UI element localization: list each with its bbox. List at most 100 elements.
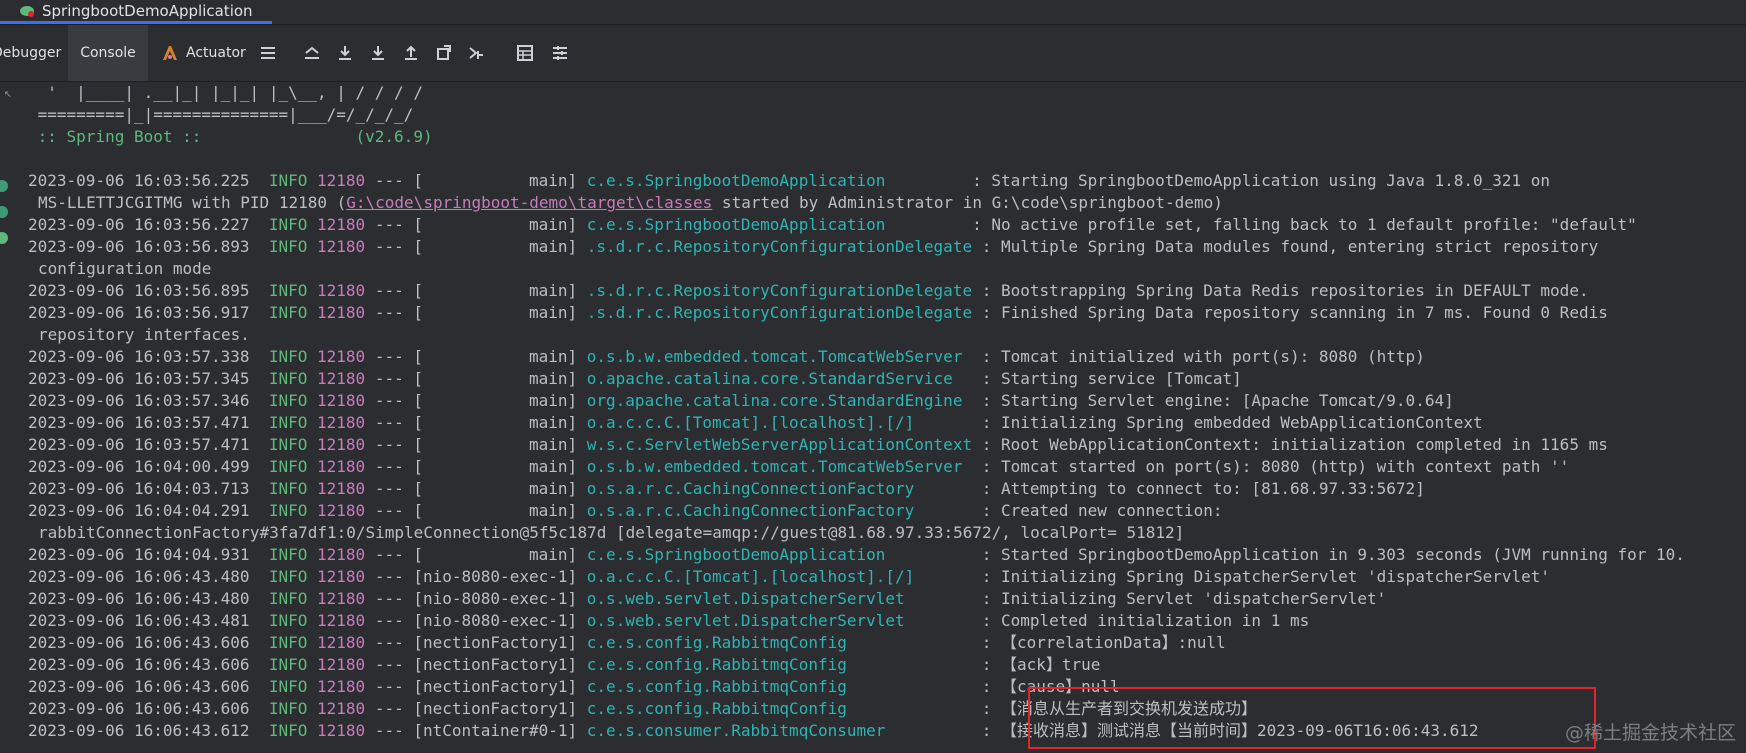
log-thread: [nectionFactory1]	[413, 677, 578, 696]
log-message: : Attempting to connect to: [81.68.97.33…	[972, 479, 1425, 498]
log-thread: [ntContainer#0-1]	[413, 721, 578, 740]
classes-path-link[interactable]: G:\code\springboot-demo\target\classes	[346, 193, 712, 212]
log-pid: 12180	[317, 413, 366, 432]
log-message: : Multiple Spring Data modules found, en…	[972, 237, 1599, 256]
gutter-marker-icon	[0, 232, 8, 244]
log-separator: ---	[374, 413, 404, 432]
log-continuation: MS-LLETTJCGITMG with PID 12180 (G:\code\…	[28, 192, 1746, 214]
log-logger: c.e.s.consumer.RabbitmqConsumer	[586, 721, 973, 740]
run-tabbar: SpringbootDemoApplication	[0, 0, 1746, 25]
banner-line: =========|_|==============|___/=/_/_/_/	[28, 105, 414, 124]
log-message: : Initializing Servlet 'dispatcherServle…	[972, 589, 1387, 608]
log-separator: ---	[374, 369, 404, 388]
log-level: INFO	[268, 677, 308, 696]
log-level: INFO	[268, 435, 308, 454]
log-timestamp: 2023-09-06 16:03:56.917	[28, 303, 250, 322]
log-level: INFO	[268, 655, 308, 674]
log-pid: 12180	[317, 501, 366, 520]
log-separator: ---	[374, 655, 404, 674]
log-pid: 12180	[317, 611, 366, 630]
log-timestamp: 2023-09-06 16:04:04.931	[28, 545, 250, 564]
log-timestamp: 2023-09-06 16:06:43.480	[28, 589, 250, 608]
log-logger: c.e.s.SpringbootDemoApplication	[586, 545, 973, 564]
log-level: INFO	[268, 567, 308, 586]
left-gutter: ↖	[0, 82, 26, 753]
log-message: : Starting service [Tomcat]	[972, 369, 1242, 388]
menu-icon[interactable]	[258, 43, 278, 63]
log-level: INFO	[268, 501, 308, 520]
log-thread: [nio-8080-exec-1]	[413, 567, 578, 586]
log-text: started by Administrator in G:\code\spri…	[712, 193, 1223, 212]
log-thread: [ main]	[413, 237, 578, 256]
log-thread: [nio-8080-exec-1]	[413, 589, 578, 608]
tab-actuator[interactable]: Actuator	[160, 25, 260, 81]
log-line: 2023-09-06 16:06:43.606 INFO 12180 --- […	[28, 654, 1746, 676]
log-logger: o.s.a.r.c.CachingConnectionFactory	[586, 501, 973, 520]
log-thread: [ main]	[413, 479, 578, 498]
step-over-icon[interactable]	[335, 43, 355, 63]
run-tab-springboot[interactable]: SpringbootDemoApplication	[0, 0, 272, 24]
log-timestamp: 2023-09-06 16:04:00.499	[28, 457, 250, 476]
log-timestamp: 2023-09-06 16:03:57.338	[28, 347, 250, 366]
gutter-arrow-icon: ↖	[4, 86, 12, 101]
run-tab-label: SpringbootDemoApplication	[42, 1, 253, 20]
log-logger: c.e.s.config.RabbitmqConfig	[586, 655, 973, 674]
log-line: 2023-09-06 16:06:43.481 INFO 12180 --- […	[28, 610, 1746, 632]
log-separator: ---	[374, 589, 404, 608]
log-logger: .s.d.r.c.RepositoryConfigurationDelegate	[586, 303, 973, 322]
log-separator: ---	[374, 611, 404, 630]
show-execution-point-icon[interactable]	[302, 43, 322, 63]
log-pid: 12180	[317, 215, 366, 234]
log-pid: 12180	[317, 457, 366, 476]
log-logger: o.s.b.w.embedded.tomcat.TomcatWebServer	[586, 457, 973, 476]
step-into-icon[interactable]	[368, 43, 388, 63]
log-separator: ---	[374, 435, 404, 454]
log-thread: [ main]	[413, 215, 578, 234]
log-thread: [nectionFactory1]	[413, 655, 578, 674]
log-line: 2023-09-06 16:06:43.480 INFO 12180 --- […	[28, 588, 1746, 610]
log-level: INFO	[268, 347, 308, 366]
console-output[interactable]: ' |____| .__|_| |_|_| |_\__, | / / / / =…	[28, 82, 1746, 753]
log-text: rabbitConnectionFactory#3fa7df1:0/Simple…	[38, 523, 1185, 542]
run-to-cursor-icon[interactable]	[467, 43, 487, 63]
log-line: 2023-09-06 16:03:57.471 INFO 12180 --- […	[28, 412, 1746, 434]
log-timestamp: 2023-09-06 16:03:57.471	[28, 413, 250, 432]
log-pid: 12180	[317, 677, 366, 696]
step-out-icon[interactable]	[401, 43, 421, 63]
log-thread: [ main]	[413, 413, 578, 432]
tab-debugger[interactable]: Debugger	[0, 25, 61, 81]
log-thread: [nectionFactory1]	[413, 699, 578, 718]
log-separator: ---	[374, 479, 404, 498]
log-pid: 12180	[317, 237, 366, 256]
log-line: 2023-09-06 16:03:56.225 INFO 12180 --- […	[28, 170, 1746, 192]
drop-frame-icon[interactable]	[434, 43, 454, 63]
log-logger: w.s.c.ServletWebServerApplicationContext	[586, 435, 973, 454]
log-message: : Tomcat started on port(s): 8080 (http)…	[972, 457, 1570, 476]
log-message: : Created new connection:	[972, 501, 1223, 520]
log-pid: 12180	[317, 391, 366, 410]
log-timestamp: 2023-09-06 16:06:43.480	[28, 567, 250, 586]
log-line: 2023-09-06 16:04:04.931 INFO 12180 --- […	[28, 544, 1746, 566]
log-pid: 12180	[317, 347, 366, 366]
tab-console[interactable]: Console	[68, 25, 148, 81]
log-continuation: configuration mode	[28, 258, 1746, 280]
log-line: 2023-09-06 16:03:56.895 INFO 12180 --- […	[28, 280, 1746, 302]
log-timestamp: 2023-09-06 16:06:43.606	[28, 655, 250, 674]
log-level: INFO	[268, 633, 308, 652]
log-separator: ---	[374, 347, 404, 366]
trace-icon[interactable]	[550, 43, 570, 63]
log-logger: .s.d.r.c.RepositoryConfigurationDelegate	[586, 237, 973, 256]
log-timestamp: 2023-09-06 16:06:43.612	[28, 721, 250, 740]
evaluate-icon[interactable]	[515, 43, 535, 63]
log-message: : Initializing Spring DispatcherServlet …	[972, 567, 1551, 586]
log-message: : Tomcat initialized with port(s): 8080 …	[972, 347, 1425, 366]
banner-line	[28, 148, 1746, 170]
gutter-marker-icon	[0, 206, 8, 218]
log-line: 2023-09-06 16:04:04.291 INFO 12180 --- […	[28, 500, 1746, 522]
log-message: : Starting SpringbootDemoApplication usi…	[972, 171, 1551, 190]
log-timestamp: 2023-09-06 16:03:56.227	[28, 215, 250, 234]
log-level: INFO	[268, 369, 308, 388]
log-thread: [ main]	[413, 171, 578, 190]
log-pid: 12180	[317, 303, 366, 322]
log-separator: ---	[374, 391, 404, 410]
